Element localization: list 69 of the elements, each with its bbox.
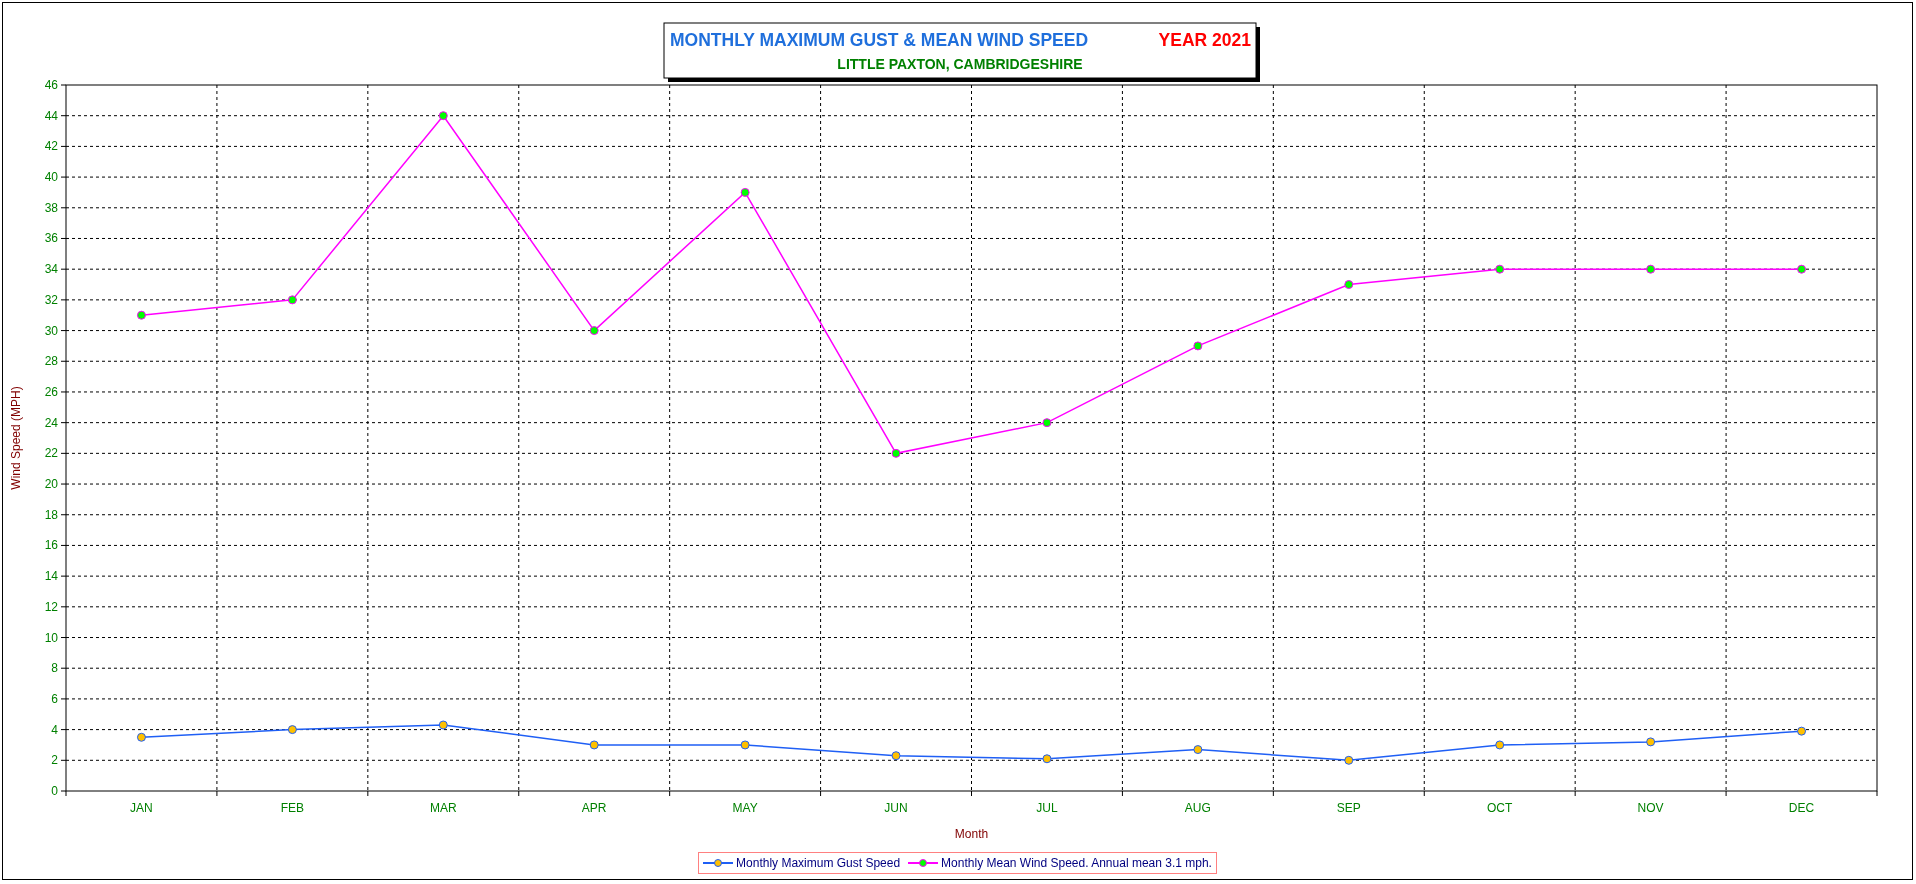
y-tick-label: 24 bbox=[44, 415, 58, 430]
data-point bbox=[1344, 280, 1354, 289]
legend-label: Monthly Mean Wind Speed. Annual mean 3.1 mph. bbox=[941, 855, 1212, 872]
data-point bbox=[1193, 745, 1203, 755]
x-tick-label: JAN bbox=[130, 801, 153, 815]
chart-title: MONTHLY MAXIMUM GUST & MEAN WIND SPEED bbox=[670, 30, 1089, 50]
x-tick-label: AUG bbox=[1184, 801, 1211, 815]
data-point bbox=[1042, 418, 1052, 428]
x-tick-label: OCT bbox=[1487, 801, 1513, 815]
y-tick-label: 12 bbox=[44, 599, 58, 614]
y-tick-label: 0 bbox=[51, 784, 58, 798]
y-tick-label: 16 bbox=[44, 538, 58, 553]
data-point bbox=[1495, 264, 1505, 274]
data-point bbox=[740, 187, 750, 197]
y-tick-label: 28 bbox=[44, 354, 58, 369]
y-tick-label: 4 bbox=[51, 722, 58, 737]
x-tick-label: FEB bbox=[280, 801, 305, 815]
y-tick-label: 38 bbox=[44, 200, 58, 215]
year-label: YEAR 2021 bbox=[1158, 30, 1251, 50]
x-tick-label: MAR bbox=[429, 801, 457, 815]
y-tick-label: 18 bbox=[44, 507, 58, 522]
data-point bbox=[438, 111, 448, 121]
y-tick-label: 6 bbox=[51, 691, 58, 706]
y-tick-label: 34 bbox=[44, 262, 58, 277]
y-tick-label: 8 bbox=[51, 661, 58, 676]
data-point bbox=[1042, 754, 1052, 764]
y-tick-label: 14 bbox=[44, 569, 58, 584]
data-point bbox=[136, 310, 146, 320]
y-tick-label: 42 bbox=[44, 139, 58, 154]
x-tick-label: JUL bbox=[1036, 801, 1058, 815]
y-tick-label: 44 bbox=[44, 108, 58, 123]
y-axis-title: Wind Speed (MPH) bbox=[9, 386, 23, 490]
data-point bbox=[1797, 264, 1807, 274]
data-point bbox=[740, 740, 750, 750]
y-tick-label: 2 bbox=[51, 753, 58, 768]
data-point bbox=[287, 295, 297, 305]
legend-line-icon bbox=[908, 858, 939, 868]
data-point bbox=[1193, 341, 1203, 351]
data-point bbox=[589, 326, 599, 336]
data-point bbox=[1495, 740, 1505, 750]
data-point bbox=[1646, 264, 1656, 274]
data-point bbox=[1797, 726, 1807, 736]
legend-label: Monthly Maximum Gust Speed bbox=[736, 855, 901, 872]
y-tick-label: 32 bbox=[44, 292, 58, 307]
x-tick-label: JUN bbox=[884, 801, 908, 815]
chart-subtitle: LITTLE PAXTON, CAMBRIDGESHIRE bbox=[837, 56, 1083, 72]
data-point bbox=[287, 725, 297, 735]
y-tick-label: 10 bbox=[44, 630, 58, 645]
data-point bbox=[438, 720, 448, 730]
x-tick-label: SEP bbox=[1336, 801, 1361, 815]
y-tick-label: 20 bbox=[44, 477, 58, 492]
x-axis-title: Month bbox=[954, 827, 989, 841]
data-point bbox=[1344, 755, 1354, 765]
y-tick-label: 30 bbox=[44, 323, 58, 338]
x-tick-label: DEC bbox=[1788, 801, 1815, 815]
y-tick-label: 36 bbox=[44, 231, 58, 246]
y-tick-label: 46 bbox=[44, 78, 58, 92]
y-tick-label: 26 bbox=[44, 384, 58, 399]
x-tick-label: MAY bbox=[732, 801, 758, 815]
data-point bbox=[589, 740, 599, 750]
data-point bbox=[1646, 737, 1656, 747]
data-point bbox=[891, 448, 901, 458]
x-tick-label: APR bbox=[581, 801, 607, 815]
legend-line-icon bbox=[703, 858, 734, 868]
data-point bbox=[891, 751, 901, 761]
data-point bbox=[136, 732, 146, 742]
x-tick-label: NOV bbox=[1637, 801, 1664, 815]
y-tick-label: 40 bbox=[44, 170, 58, 185]
y-tick-label: 22 bbox=[44, 446, 58, 461]
